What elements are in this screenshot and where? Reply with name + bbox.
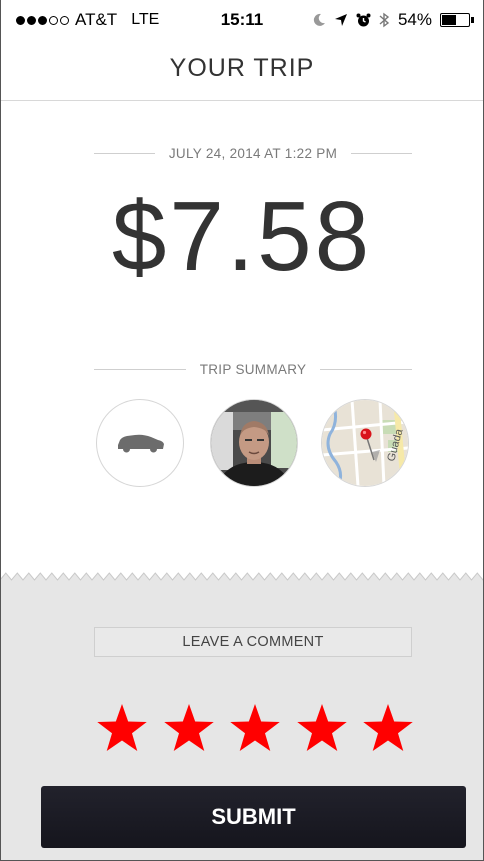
trip-summary-row: TRIP SUMMARY bbox=[94, 362, 412, 377]
divider bbox=[94, 153, 155, 154]
submit-button[interactable]: SUBMIT bbox=[41, 786, 466, 848]
star-icon[interactable] bbox=[94, 700, 150, 756]
nav-header: YOUR TRIP bbox=[0, 40, 484, 101]
bluetooth-icon bbox=[379, 12, 390, 28]
rating-stars bbox=[94, 700, 416, 760]
avatar bbox=[211, 400, 297, 486]
status-right: 54% bbox=[312, 10, 474, 30]
map-thumbnail: Guada bbox=[322, 400, 408, 486]
car-icon bbox=[118, 434, 164, 453]
trip-summary-label: TRIP SUMMARY bbox=[199, 362, 307, 377]
route-map-button[interactable]: Guada bbox=[321, 399, 409, 487]
moon-icon bbox=[313, 13, 325, 26]
page-title: YOUR TRIP bbox=[169, 54, 315, 82]
star-icon[interactable] bbox=[161, 700, 217, 756]
divider bbox=[94, 369, 186, 370]
leave-comment-button[interactable]: LEAVE A COMMENT bbox=[94, 627, 412, 657]
alarm-icon bbox=[356, 13, 371, 26]
driver-photo-button[interactable] bbox=[210, 399, 298, 487]
status-bar: AT&T LTE 15:11 54% bbox=[0, 0, 484, 40]
trip-datetime: JULY 24, 2014 AT 1:22 PM bbox=[168, 146, 338, 161]
divider bbox=[351, 153, 412, 154]
trip-date-row: JULY 24, 2014 AT 1:22 PM bbox=[94, 146, 412, 161]
battery-percent: 54% bbox=[397, 10, 432, 29]
trip-fare: $7.58 bbox=[111, 181, 373, 291]
divider bbox=[320, 369, 412, 370]
star-icon[interactable] bbox=[294, 700, 350, 756]
star-icon[interactable] bbox=[360, 700, 416, 756]
star-icon[interactable] bbox=[227, 700, 283, 756]
trip-summary-items: Guada bbox=[96, 399, 416, 489]
location-arrow-icon bbox=[334, 14, 347, 26]
battery-icon bbox=[440, 13, 474, 27]
vehicle-button[interactable] bbox=[96, 399, 184, 487]
